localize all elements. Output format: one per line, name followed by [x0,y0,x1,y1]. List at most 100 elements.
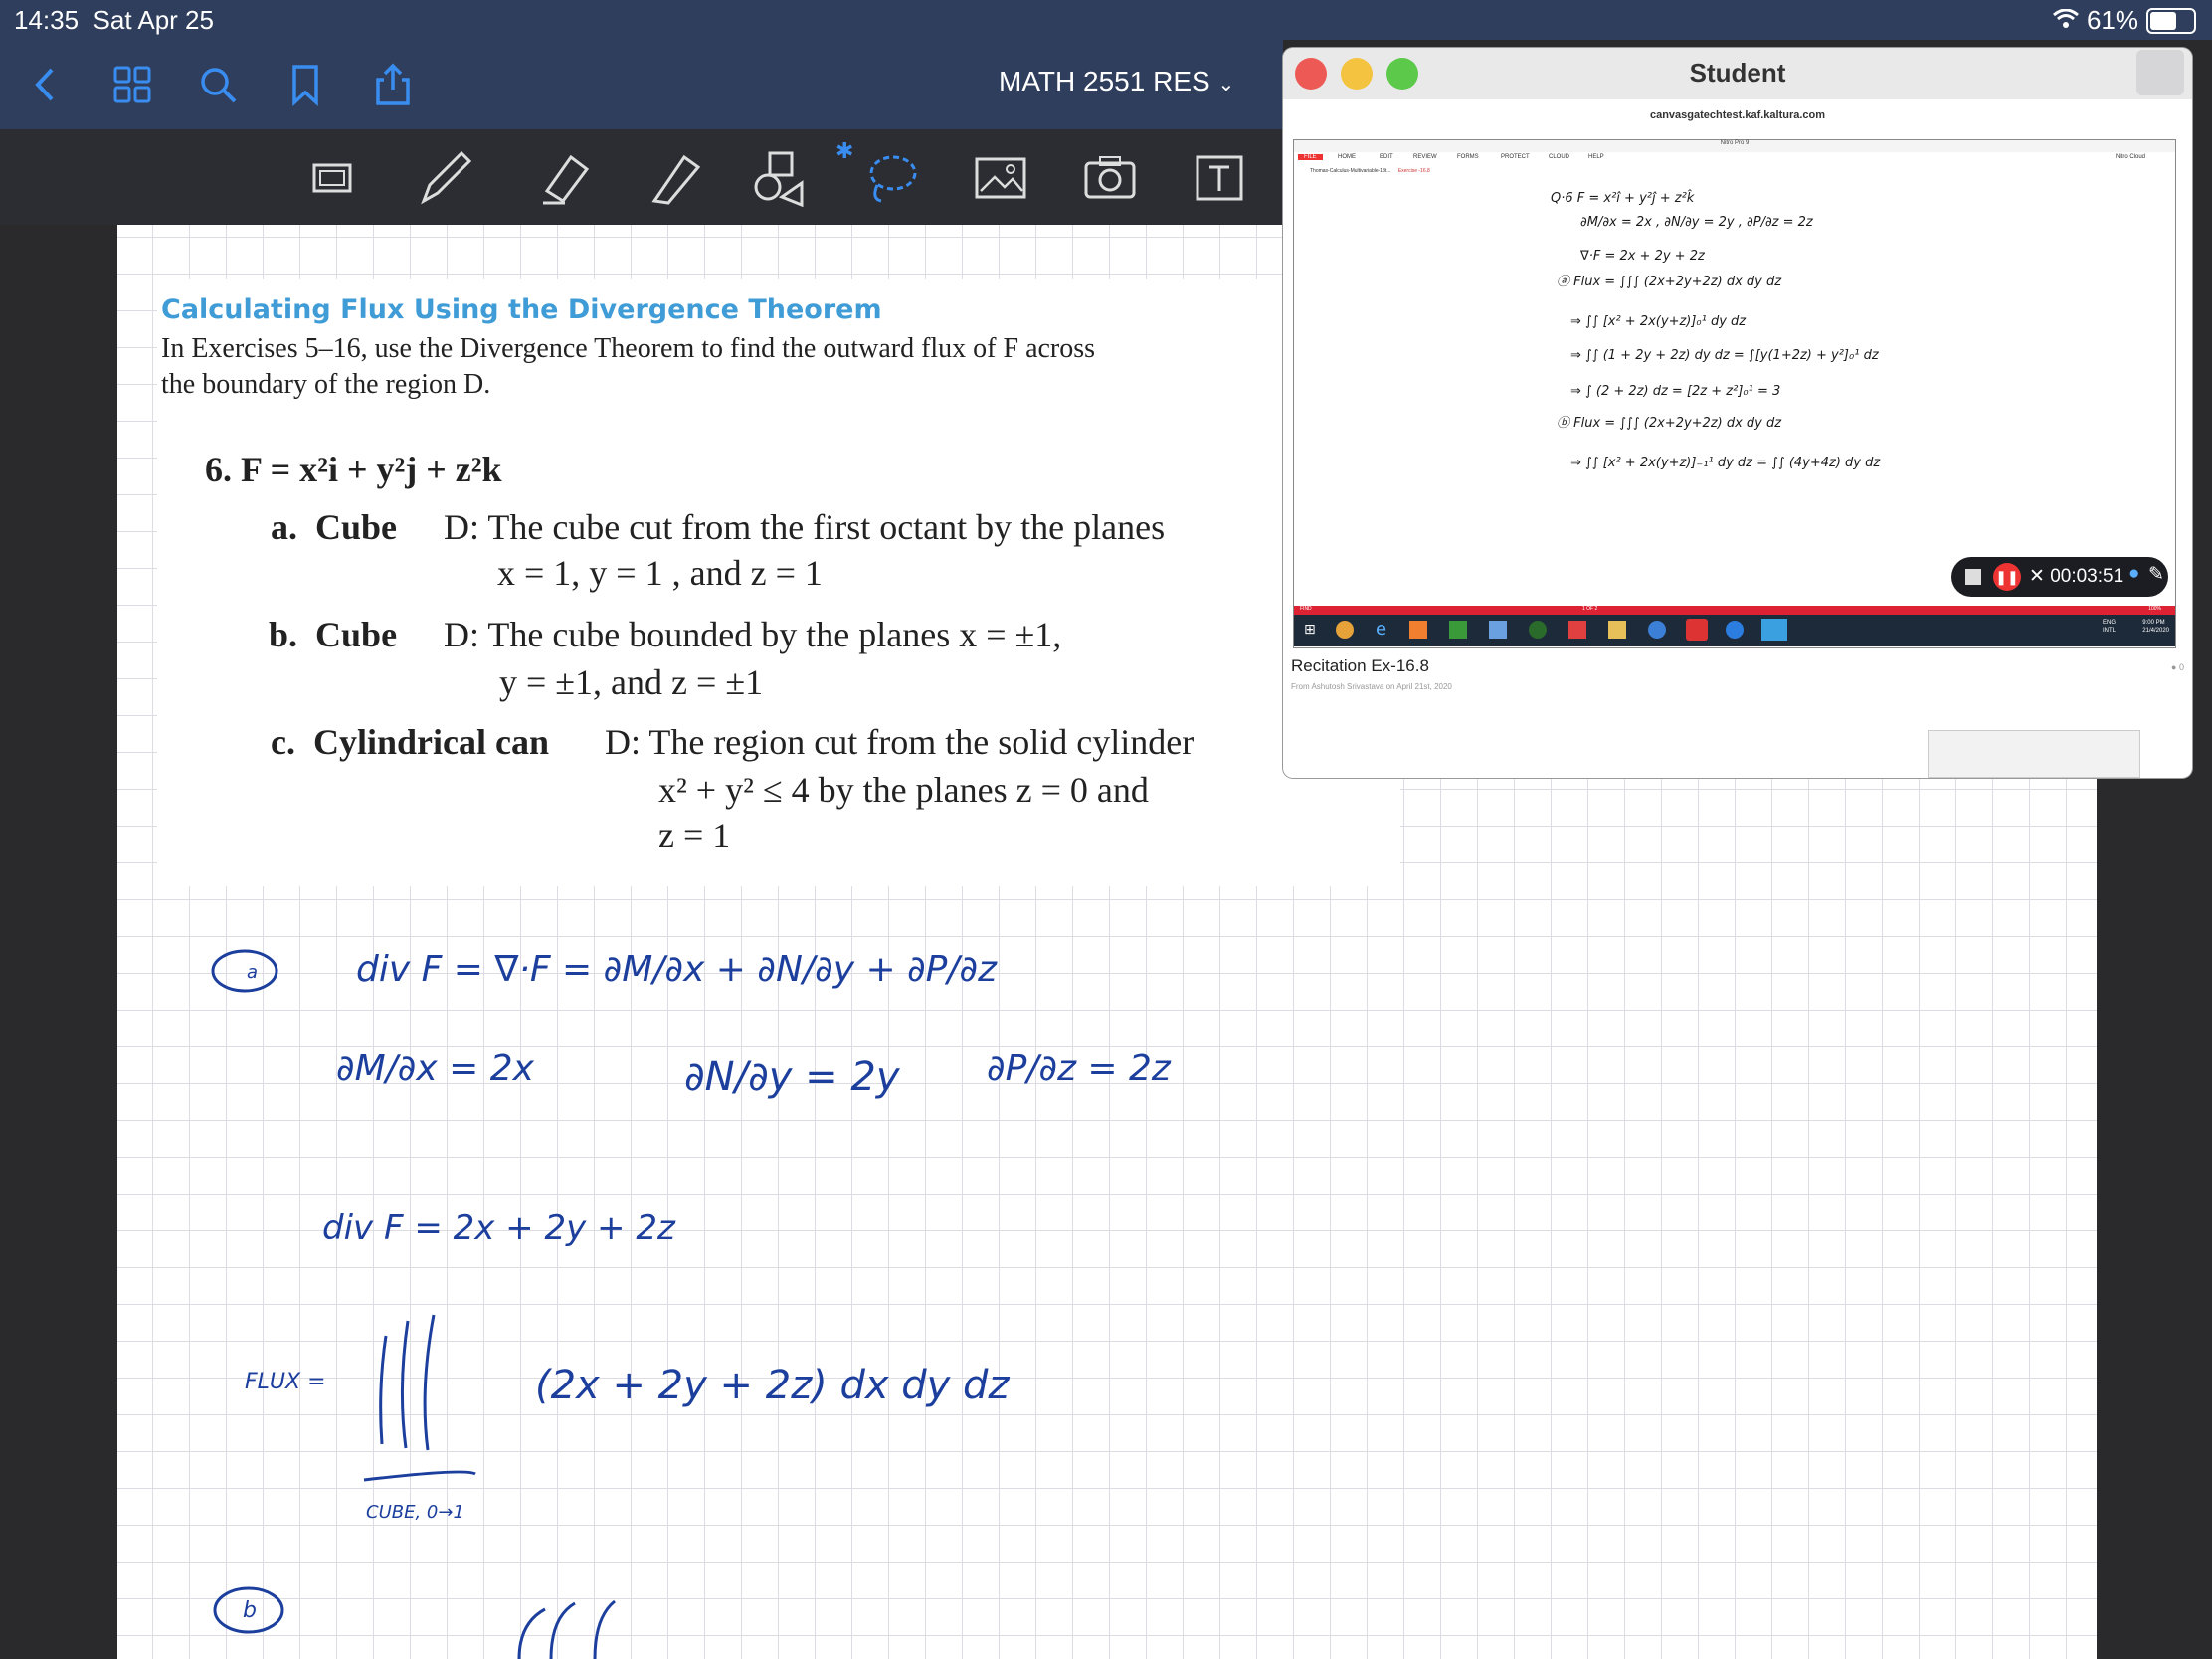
svg-text:⇒ ∫∫ [x² + 2x(y+z)]₀¹ dy dz: ⇒ ∫∫ [x² + 2x(y+z)]₀¹ dy dz [1570,314,1747,329]
tab-thomas-calculus[interactable]: Thomas-Calculus-Multivariable-13t... [1310,168,1390,174]
zoom-level: 100% [2148,606,2161,612]
bluetooth-icon: ✱ [835,139,854,164]
recording-timer: ✕ 00:03:51 [2029,566,2124,587]
battery-icon [2146,7,2196,34]
solution-document: Q·6 F = x²î + y²ĵ + z²k̂ ∂M/∂x = 2x , ∂N… [1511,180,2108,608]
app-icon-4[interactable] [1529,621,1547,639]
svg-text:ⓐ Flux = ∫∫∫ (2x+2y+2z) dx dy: ⓐ Flux = ∫∫∫ (2x+2y+2z) dx dy dz [1557,275,1782,289]
window-url: canvasgatechtest.kaf.kaltura.com [1649,109,1826,121]
video-title[interactable]: Recitation Ex-16.8 [1291,656,1429,676]
menu-protect[interactable]: PROTECT [1501,154,1530,160]
lasso-tool-icon[interactable] [861,147,921,207]
find-label[interactable]: FIND [1300,606,1312,612]
menu-forms[interactable]: FORMS [1457,154,1479,160]
triple-integral-1 [379,1314,436,1451]
app-statusbar: FIND 1 OF 2 100% [1294,606,2175,615]
triple-integral-2 [517,1599,616,1659]
menu-review[interactable]: REVIEW [1413,154,1437,160]
next-video-thumbnail[interactable] [1928,730,2140,778]
text-tool-icon[interactable] [1190,147,1249,207]
thumbnails-icon[interactable] [109,62,155,107]
hw-flux-label: FLUX = [245,1370,326,1394]
app-icon-5[interactable] [1648,621,1666,639]
language-indicator: ENG INTL [2102,620,2116,634]
eraser-tool-icon[interactable] [645,147,704,207]
hw-dmdx: ∂M/∂x = 2x [336,1048,535,1089]
hw-div-line: div F = ∇·F = ∂M/∂x + ∂N/∂y + ∂P/∂z [356,949,998,990]
ie-icon[interactable]: e [1376,619,1386,640]
status-right: 61% [2052,5,2196,36]
comment-count[interactable]: ● 0 [2171,662,2184,672]
hw-divf-sum: div F = 2x + 2y + 2z [322,1208,676,1248]
tab-exercise[interactable]: Exercise -16.8 [1398,168,1430,174]
window-action-button[interactable] [2136,50,2184,95]
highlighter-tool-icon[interactable] [535,147,595,207]
share-icon[interactable] [370,62,416,107]
page-indicator: 1 OF 2 [1582,606,1598,612]
left-markers [1443,186,1451,554]
svg-text:Q·6 F = x²î + y²ĵ + z²k̂: Q·6 F = x²î + y²ĵ + z²k̂ [1551,191,1695,206]
hw-dndy: ∂N/∂y = 2y [684,1054,901,1100]
folder-icon[interactable] [1608,621,1626,639]
teamviewer-icon[interactable] [1726,621,1744,639]
pen-tool-icon[interactable] [416,147,475,207]
part-a-circle [211,949,278,993]
nav-bar: MATH 2551 RES ⌄ [0,40,1283,129]
stop-recording-button[interactable] [1965,569,1981,585]
app-icon-6[interactable] [1761,619,1787,641]
status-time: 14:35 Sat Apr 25 [14,5,214,35]
microphone-icon[interactable]: ● [2128,563,2139,585]
menu-cloud[interactable]: CLOUD [1549,154,1569,160]
hw-cube-note: CUBE, 0→1 [366,1502,464,1523]
menu-file[interactable]: FILE [1298,154,1323,160]
nitro-icon[interactable] [1686,619,1708,641]
part-a-text: a [247,962,258,983]
taskbar-clock: 9:00 PM 21/4/2020 [2142,620,2169,634]
search-icon[interactable] [195,62,241,107]
document-title[interactable]: MATH 2551 RES ⌄ [999,66,1234,97]
read-only-icon[interactable] [304,147,364,207]
windows-taskbar: ⊞ e ENG INTL 9:00 PM 21/4/2020 [1294,615,2175,646]
menu-edit[interactable]: EDIT [1380,154,1393,160]
app-titlebar: Nitro Pro 9 [1294,140,2175,152]
battery-percent: 61% [2086,5,2138,35]
svg-text:⇒ ∫∫ [x² + 2x(y+z)]₋₁¹ dy dz =: ⇒ ∫∫ [x² + 2x(y+z)]₋₁¹ dy dz = ∫∫ (4y+4z… [1570,456,1881,470]
flux-underline [363,1470,476,1482]
chrome-icon[interactable] [1336,621,1354,639]
shapes-tool-icon[interactable] [752,147,812,207]
hw-dpdz: ∂P/∂z = 2z [987,1048,1172,1089]
svg-text:⇒ ∫∫ (1 + 2y + 2z) dy dz = ∫[y: ⇒ ∫∫ (1 + 2y + 2z) dy dz = ∫[y(1+2z) + y… [1570,348,1880,363]
solution-handwriting: Q·6 F = x²î + y²ĵ + z²k̂ ∂M/∂x = 2x , ∂N… [1551,191,1881,470]
menu-help[interactable]: HELP [1588,154,1604,160]
comment-icon: ● [2171,662,2177,672]
app-icon-2[interactable] [1449,621,1467,639]
annotation-toolbar: ✱ [0,129,1283,225]
status-bar: 14:35 Sat Apr 25 61% [0,0,2212,40]
window-title: Student [1689,58,1786,88]
part-b-text: b [243,1598,257,1623]
app-menu: FILE HOME EDIT REVIEW FORMS PROTECT CLOU… [1294,154,2175,166]
back-icon[interactable] [22,62,68,107]
app-icon-1[interactable] [1409,621,1427,639]
pause-recording-button[interactable]: ❚❚ [1993,563,2021,591]
hw-flux-expr: (2x + 2y + 2z) dx dy dz [535,1363,1010,1408]
edit-icon[interactable]: ✎ [2148,563,2164,586]
app-tabs: Thomas-Calculus-Multivariable-13t... Exe… [1310,168,1430,178]
video-subtitle: From Ashutosh Srivastava on April 21st, … [1291,682,1452,691]
menu-home[interactable]: HOME [1338,154,1356,160]
svg-text:∂M/∂x = 2x , ∂N/∂y = 2y , ∂P: ∂M/∂x = 2x , ∂N/∂y = 2y , ∂P/∂z = 2z [1580,215,1814,230]
svg-text:ⓑ Flux = ∫∫∫ (2x+2y+2z) dx dy: ⓑ Flux = ∫∫∫ (2x+2y+2z) dx dy dz [1557,416,1782,431]
svg-text:∇·F = 2x + 2y + 2z: ∇·F = 2x + 2y + 2z [1579,249,1706,264]
matlab-icon[interactable] [1568,621,1586,639]
image-tool-icon[interactable] [971,147,1030,207]
app-icon-3[interactable] [1489,621,1507,639]
svg-text:⇒ ∫ (2 + 2z) dz = [2z + z²]₀¹: ⇒ ∫ (2 + 2z) dz = [2z + z²]₀¹ = 3 [1570,384,1780,399]
student-video-window[interactable]: Student canvasgatechtest.kaf.kaltura.com… [1283,48,2192,778]
nitro-cloud-label[interactable]: Nitro Cloud [2116,154,2145,160]
chevron-down-icon[interactable]: ⌄ [1217,74,1234,95]
windows-start-icon[interactable]: ⊞ [1304,622,1316,638]
bookmark-icon[interactable] [282,62,328,107]
recording-controls: ❚❚ ✕ 00:03:51 ● ✎ [1951,557,2168,597]
camera-tool-icon[interactable] [1080,147,1140,207]
window-titlebar[interactable]: Student [1283,48,2192,99]
